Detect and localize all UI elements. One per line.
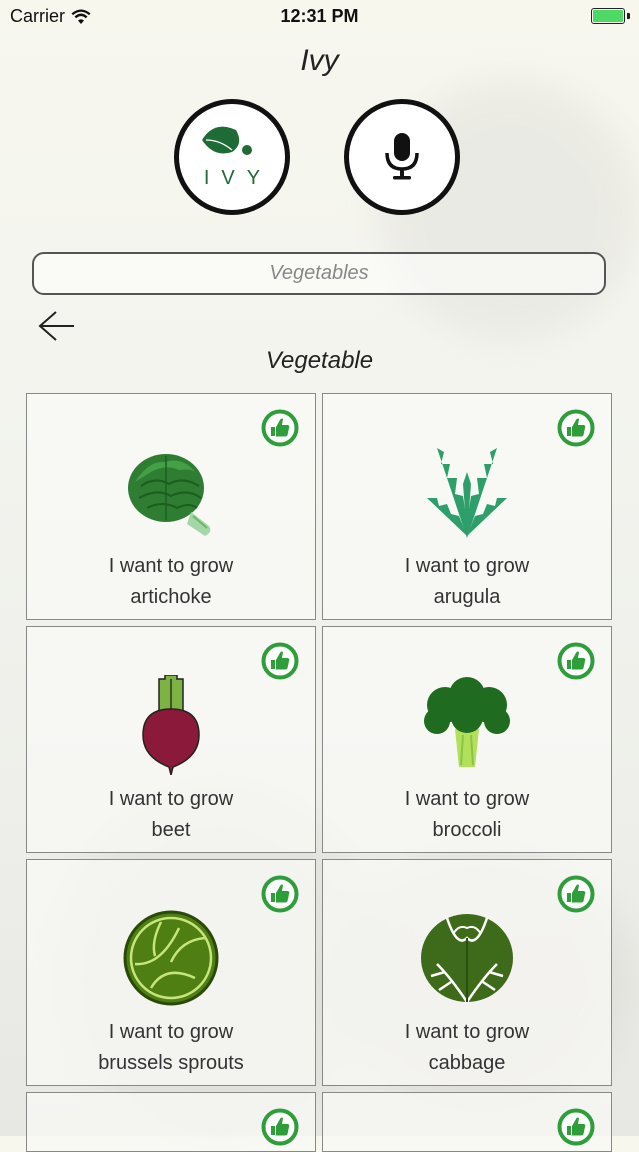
thumbs-up-icon[interactable]	[261, 1108, 299, 1146]
vegetable-card-arugula[interactable]: I want to grow arugula	[322, 393, 612, 620]
artichoke-image	[27, 442, 315, 542]
broccoli-icon	[424, 677, 510, 767]
section-title: Vegetable	[265, 347, 374, 374]
microphone-icon	[385, 133, 419, 180]
card-label-line1: I want to grow	[404, 788, 530, 810]
app-title: Ivy	[300, 44, 339, 77]
brussels-sprouts-icon	[123, 910, 219, 1006]
artichoke-icon	[128, 454, 211, 536]
card-label: I want to grow brussels sprouts	[27, 1017, 315, 1079]
broccoli-image	[323, 675, 611, 775]
card-label-line2: cabbage	[428, 1052, 506, 1074]
beet-icon	[142, 675, 200, 775]
vegetable-card-cabbage[interactable]: I want to grow cabbage	[322, 859, 612, 1086]
card-label-line2: broccoli	[432, 819, 502, 841]
battery-icon	[591, 8, 625, 24]
logo-text: IVY	[203, 167, 273, 189]
beet-image	[27, 675, 315, 775]
vegetable-card-partial[interactable]	[26, 1092, 316, 1152]
vegetable-card-broccoli[interactable]: I want to grow broccoli	[322, 626, 612, 853]
card-label-line1: I want to grow	[108, 555, 234, 577]
status-bar: Carrier 12:31 PM	[0, 0, 639, 34]
card-label: I want to grow broccoli	[323, 784, 611, 846]
back-arrow-icon[interactable]	[36, 308, 76, 344]
microphone-button[interactable]	[344, 99, 460, 215]
card-label: I want to grow arugula	[323, 551, 611, 613]
card-label: I want to grow beet	[27, 784, 315, 846]
cabbage-icon	[421, 914, 513, 1003]
arugula-image	[323, 442, 611, 542]
clock: 12:31 PM	[280, 6, 359, 26]
card-label-line1: I want to grow	[404, 555, 530, 577]
thumbs-up-icon[interactable]	[557, 1108, 595, 1146]
cabbage-image	[323, 908, 611, 1008]
card-label-line1: I want to grow	[108, 788, 234, 810]
battery-tip	[627, 13, 630, 19]
vegetable-card-beet[interactable]: I want to grow beet	[26, 626, 316, 853]
card-label-line2: brussels sprouts	[98, 1052, 244, 1074]
card-label-line1: I want to grow	[404, 1021, 530, 1043]
card-label-line2: beet	[151, 819, 191, 841]
arugula-icon	[427, 448, 507, 538]
vegetable-card-artichoke[interactable]: I want to grow artichoke	[26, 393, 316, 620]
ivy-logo-button[interactable]: IVY	[174, 99, 290, 215]
card-label: I want to grow cabbage	[323, 1017, 611, 1079]
vegetable-card-partial[interactable]	[322, 1092, 612, 1152]
card-label-line1: I want to grow	[108, 1021, 234, 1043]
brussels-sprouts-image	[27, 908, 315, 1008]
card-label: I want to grow artichoke	[27, 551, 315, 613]
card-label-line2: artichoke	[130, 586, 212, 608]
search-input[interactable]: Vegetables	[32, 252, 606, 295]
card-label-line2: arugula	[433, 586, 501, 608]
vegetable-card-brussels-sprouts[interactable]: I want to grow brussels sprouts	[26, 859, 316, 1086]
